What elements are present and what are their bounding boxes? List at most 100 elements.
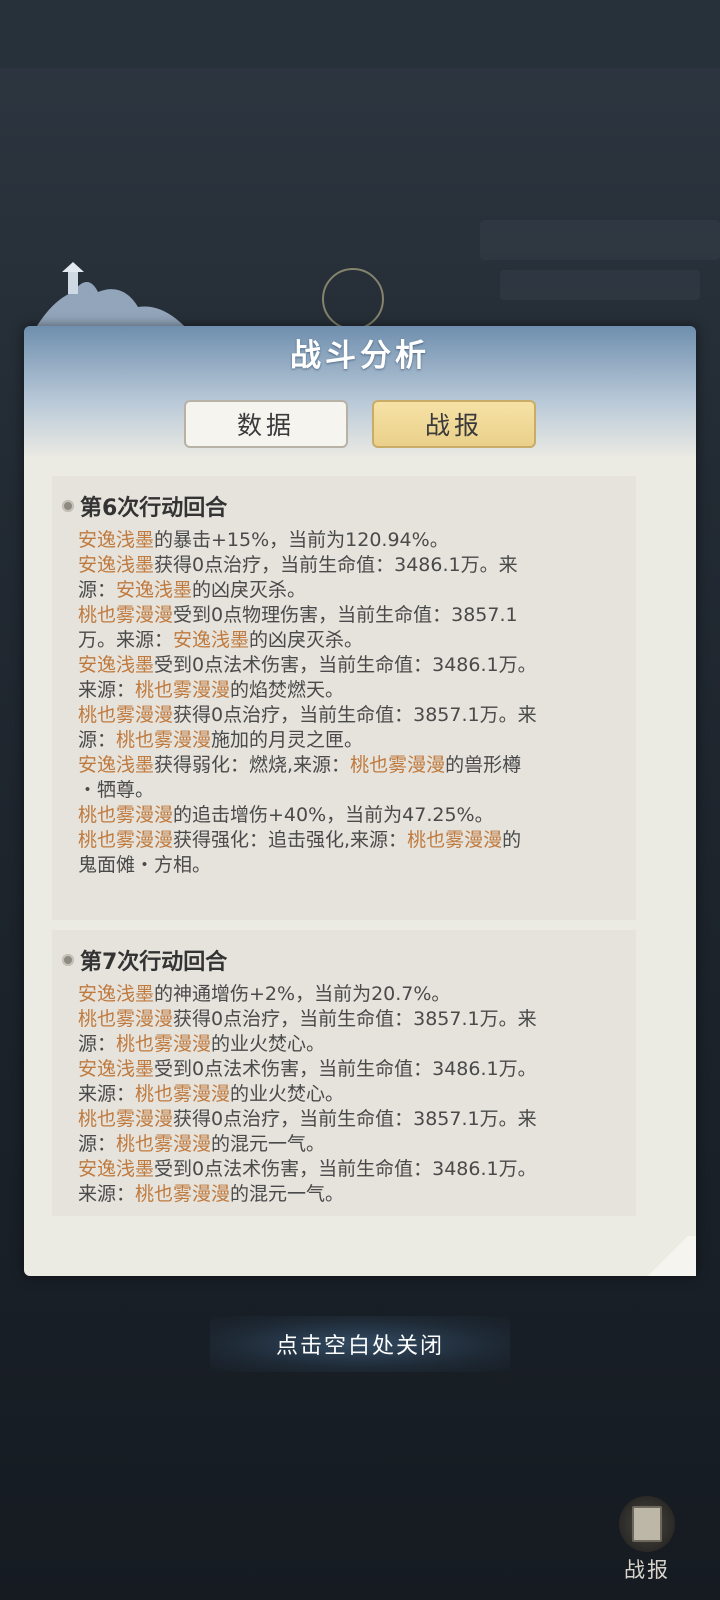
log-text: 的神通增伤+2%，当前为20.7%。	[154, 983, 451, 1005]
character-name: 安逸浅墨	[78, 554, 155, 576]
log-line: 安逸浅墨获得0点治疗，当前生命值：3486.1万。来	[78, 553, 626, 578]
battle-report-button[interactable]: 战报	[612, 1496, 682, 1588]
character-name: 安逸浅墨	[78, 654, 155, 676]
log-text: 的凶戾灭杀。	[249, 629, 364, 651]
decorative-ring	[322, 268, 384, 330]
log-line: 源：桃也雾漫漫的混元一气。	[78, 1132, 626, 1157]
character-name: 安逸浅墨	[78, 1158, 155, 1180]
log-text: 的业火焚心。	[211, 1033, 326, 1055]
bullet-icon	[62, 954, 74, 966]
log-line: 安逸浅墨获得弱化：燃烧,来源：桃也雾漫漫的兽形樽	[78, 753, 626, 778]
log-text: 获得0点治疗，当前生命值：3857.1万。来	[173, 704, 537, 726]
battle-report-label: 战报	[624, 1558, 670, 1582]
log-text: 的混元一气。	[230, 1183, 345, 1205]
background-decoration	[500, 270, 700, 300]
log-line: 安逸浅墨受到0点法术伤害，当前生命值：3486.1万。	[78, 653, 626, 678]
character-name: 安逸浅墨	[78, 1058, 155, 1080]
log-text: 受到0点法术伤害，当前生命值：3486.1万。	[154, 1058, 537, 1080]
log-line: 源：桃也雾漫漫的业火焚心。	[78, 1032, 626, 1057]
log-line: 安逸浅墨的神通增伤+2%，当前为20.7%。	[78, 982, 626, 1007]
round-card: 第6次行动回合 安逸浅墨的暴击+15%，当前为120.94%。 安逸浅墨获得0点治…	[52, 476, 636, 920]
character-name: 桃也雾漫漫	[78, 804, 174, 826]
log-line: 来源：桃也雾漫漫的焰焚燃天。	[78, 678, 626, 703]
log-text: 受到0点法术伤害，当前生命值：3486.1万。	[154, 654, 537, 676]
top-bar	[0, 0, 720, 68]
log-line: 源：安逸浅墨的凶戾灭杀。	[78, 578, 626, 603]
battle-log-scroll[interactable]: 第6次行动回合 安逸浅墨的暴击+15%，当前为120.94%。 安逸浅墨获得0点治…	[52, 476, 636, 1216]
character-name: 桃也雾漫漫	[116, 1033, 212, 1055]
bullet-icon	[62, 500, 74, 512]
log-text: 获得强化：追击强化,来源：	[173, 829, 408, 851]
log-line: 桃也雾漫漫获得0点治疗，当前生命值：3857.1万。来	[78, 703, 626, 728]
character-name: 桃也雾漫漫	[135, 1083, 231, 1105]
log-line: 源：桃也雾漫漫施加的月灵之匣。	[78, 728, 626, 753]
character-name: 安逸浅墨	[78, 754, 155, 776]
tab-report[interactable]: 战报	[372, 400, 536, 448]
log-text: 来源：	[78, 1083, 136, 1105]
log-text: 来源：	[78, 1183, 136, 1205]
character-name: 桃也雾漫漫	[350, 754, 446, 776]
round-log: 安逸浅墨的暴击+15%，当前为120.94%。 安逸浅墨获得0点治疗，当前生命值：…	[78, 528, 626, 878]
log-line: 桃也雾漫漫的追击增伤+40%，当前为47.25%。	[78, 803, 626, 828]
log-line: 鬼面傩・方相。	[78, 853, 626, 878]
log-line: 安逸浅墨受到0点法术伤害，当前生命值：3486.1万。	[78, 1057, 626, 1082]
character-name: 桃也雾漫漫	[78, 704, 174, 726]
page-curl-decoration	[640, 1236, 696, 1276]
character-name: 桃也雾漫漫	[78, 829, 174, 851]
character-name: 桃也雾漫漫	[78, 1008, 174, 1030]
round-log: 安逸浅墨的神通增伤+2%，当前为20.7%。 桃也雾漫漫获得0点治疗，当前生命值：…	[78, 982, 626, 1207]
log-text: 受到0点法术伤害，当前生命值：3486.1万。	[154, 1158, 537, 1180]
book-icon	[619, 1496, 675, 1552]
log-text: 源：	[78, 1033, 117, 1055]
log-text: 获得0点治疗，当前生命值：3857.1万。来	[173, 1108, 537, 1130]
log-text: 源：	[78, 1133, 117, 1155]
log-text: 获得弱化：燃烧,来源：	[154, 754, 351, 776]
round-card: 第7次行动回合 安逸浅墨的神通增伤+2%，当前为20.7%。 桃也雾漫漫获得0点治…	[52, 930, 636, 1216]
log-line: 万。来源：安逸浅墨的凶戾灭杀。	[78, 628, 626, 653]
log-text: 的	[502, 829, 522, 851]
close-hint[interactable]: 点击空白处关闭	[210, 1316, 510, 1372]
log-text: ・牺尊。	[78, 779, 155, 801]
log-line: 桃也雾漫漫受到0点物理伤害，当前生命值：3857.1	[78, 603, 626, 628]
log-text: 获得0点治疗，当前生命值：3486.1万。来	[154, 554, 518, 576]
round-title: 第6次行动回合	[80, 496, 228, 521]
log-text: 万。来源：	[78, 629, 174, 651]
log-text: 源：	[78, 579, 117, 601]
background-decoration	[480, 220, 720, 260]
log-line: 来源：桃也雾漫漫的混元一气。	[78, 1182, 626, 1207]
character-name: 安逸浅墨	[116, 579, 193, 601]
log-line: 桃也雾漫漫获得0点治疗，当前生命值：3857.1万。来	[78, 1107, 626, 1132]
log-line: 安逸浅墨的暴击+15%，当前为120.94%。	[78, 528, 626, 553]
character-name: 桃也雾漫漫	[135, 1183, 231, 1205]
log-text: 的业火焚心。	[230, 1083, 345, 1105]
log-text: 的凶戾灭杀。	[192, 579, 307, 601]
character-name: 安逸浅墨	[78, 983, 155, 1005]
log-line: 来源：桃也雾漫漫的业火焚心。	[78, 1082, 626, 1107]
log-text: 的混元一气。	[211, 1133, 326, 1155]
log-line: 桃也雾漫漫获得0点治疗，当前生命值：3857.1万。来	[78, 1007, 626, 1032]
character-name: 安逸浅墨	[173, 629, 250, 651]
character-name: 桃也雾漫漫	[135, 679, 231, 701]
log-text: 的兽形樽	[445, 754, 522, 776]
log-text: 施加的月灵之匣。	[211, 729, 364, 751]
character-name: 桃也雾漫漫	[407, 829, 503, 851]
log-text: 的追击增伤+40%，当前为47.25%。	[173, 804, 494, 826]
log-text: 鬼面傩・方相。	[78, 854, 212, 876]
character-name: 桃也雾漫漫	[78, 1108, 174, 1130]
log-line: ・牺尊。	[78, 778, 626, 803]
character-name: 安逸浅墨	[78, 529, 155, 551]
log-text: 来源：	[78, 679, 136, 701]
log-text: 受到0点物理伤害，当前生命值：3857.1	[173, 604, 518, 626]
log-text: 获得0点治疗，当前生命值：3857.1万。来	[173, 1008, 537, 1030]
round-title: 第7次行动回合	[80, 950, 228, 975]
character-name: 桃也雾漫漫	[116, 1133, 212, 1155]
character-name: 桃也雾漫漫	[78, 604, 174, 626]
log-line: 桃也雾漫漫获得强化：追击强化,来源：桃也雾漫漫的	[78, 828, 626, 853]
panel-title: 战斗分析	[290, 338, 430, 374]
tab-data[interactable]: 数据	[184, 400, 348, 448]
log-text: 源：	[78, 729, 117, 751]
log-line: 安逸浅墨受到0点法术伤害，当前生命值：3486.1万。	[78, 1157, 626, 1182]
character-name: 桃也雾漫漫	[116, 729, 212, 751]
log-text: 的焰焚燃天。	[230, 679, 345, 701]
log-text: 的暴击+15%，当前为120.94%。	[154, 529, 449, 551]
